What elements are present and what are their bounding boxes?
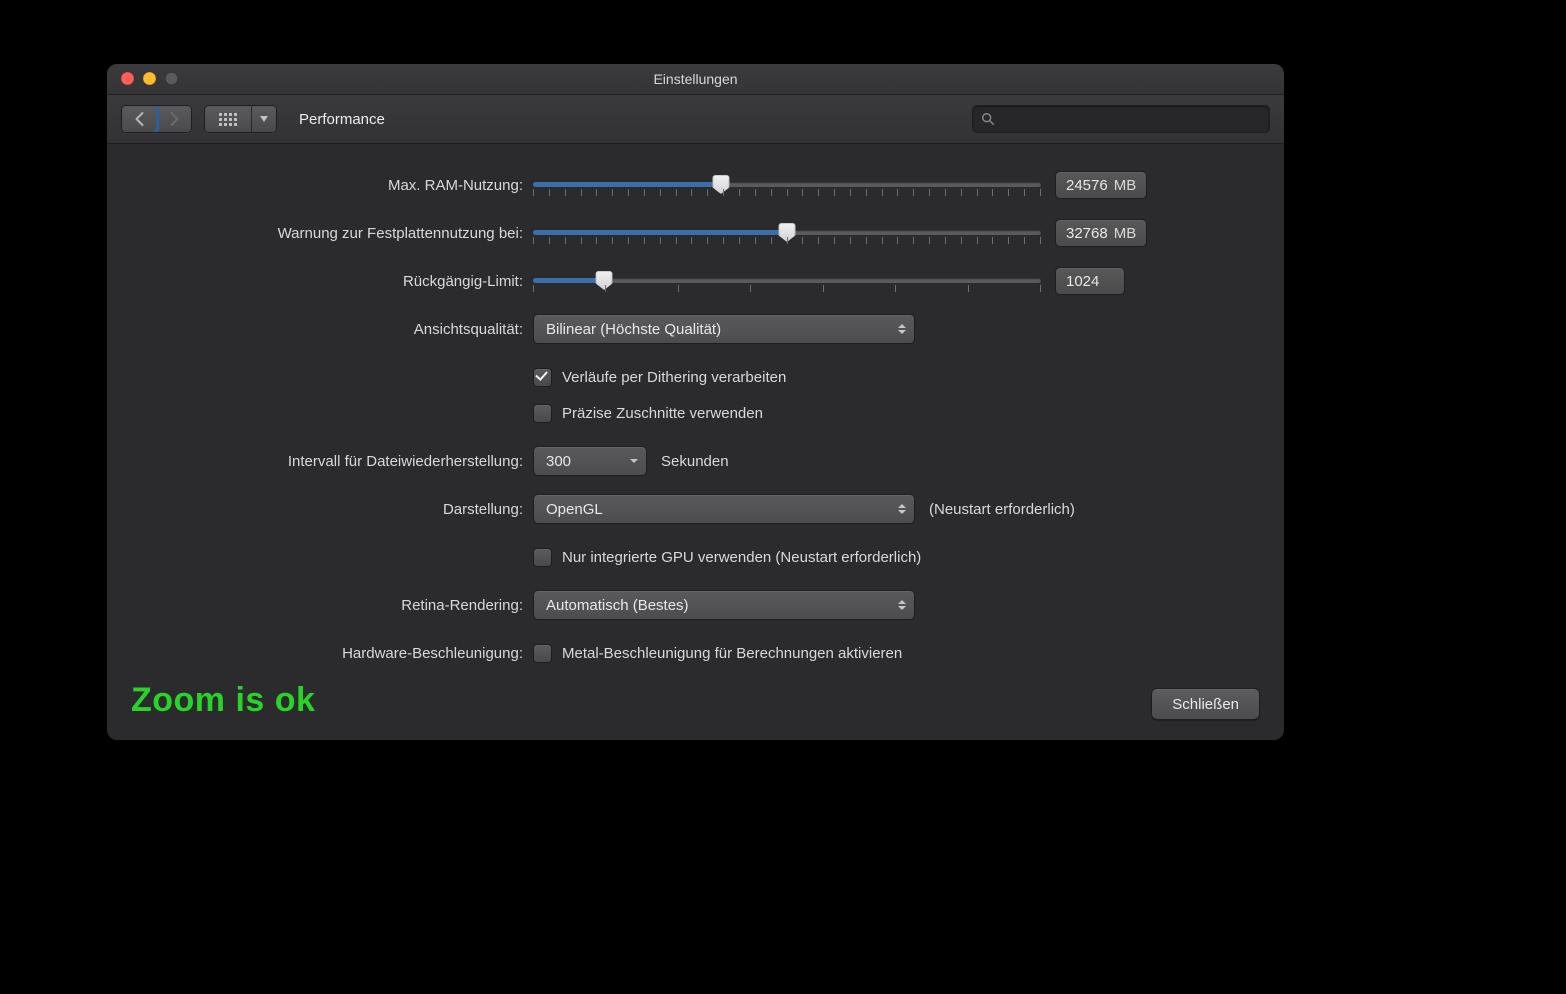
close-button[interactable]: Schließen <box>1151 688 1260 720</box>
precise-clip-checkbox[interactable] <box>533 404 552 423</box>
display-select[interactable]: OpenGL <box>533 494 915 524</box>
preferences-window: Einstellungen Performance <box>107 64 1284 740</box>
integrated-gpu-label: Nur integrierte GPU verwenden (Neustart … <box>562 549 921 566</box>
ram-value-field[interactable]: 24576 MB <box>1055 171 1147 199</box>
ram-value: 24576 <box>1066 177 1108 194</box>
ram-slider[interactable] <box>533 171 1041 199</box>
retina-value: Automatisch (Bestes) <box>546 597 689 614</box>
search-icon <box>981 112 995 126</box>
recovery-unit: Sekunden <box>661 453 729 470</box>
triangle-down-icon <box>630 459 638 463</box>
precise-clip-label: Präzise Zuschnitte verwenden <box>562 405 763 422</box>
undo-slider[interactable] <box>533 267 1041 295</box>
stepper-icon <box>898 504 906 514</box>
stepper-icon <box>898 600 906 610</box>
preferences-body: Max. RAM-Nutzung: 24576 MB Warnung zur F… <box>107 142 1284 740</box>
triangle-down-icon <box>260 116 268 122</box>
chevron-right-icon <box>169 112 180 126</box>
grid-icon <box>219 113 237 126</box>
undo-label: Rückgängig-Limit: <box>107 273 533 290</box>
retina-select[interactable]: Automatisch (Bestes) <box>533 590 915 620</box>
recovery-label: Intervall für Dateiwiederherstellung: <box>107 453 533 470</box>
disk-label: Warnung zur Festplattennutzung bei: <box>107 225 533 242</box>
undo-value-field[interactable]: 1024 <box>1055 267 1125 295</box>
recovery-value: 300 <box>546 453 571 470</box>
display-hint: (Neustart erforderlich) <box>929 501 1075 518</box>
show-all-button[interactable] <box>205 106 251 132</box>
section-menu-button[interactable] <box>251 106 276 132</box>
undo-value: 1024 <box>1066 273 1099 290</box>
recovery-interval-select[interactable]: 300 <box>533 446 647 476</box>
search-input[interactable] <box>1001 111 1261 128</box>
titlebar: Einstellungen <box>107 64 1284 95</box>
disk-value-field[interactable]: 32768 MB <box>1055 219 1147 247</box>
metal-accel-label: Metal-Beschleunigung für Berechnungen ak… <box>562 645 902 662</box>
annotation-text: Zoom is ok <box>131 681 315 720</box>
dither-label: Verläufe per Dithering verarbeiten <box>562 369 786 386</box>
forward-button <box>156 106 191 132</box>
window-title: Einstellungen <box>107 64 1284 94</box>
disk-slider[interactable] <box>533 219 1041 247</box>
section-title: Performance <box>299 111 385 128</box>
view-quality-value: Bilinear (Höchste Qualität) <box>546 321 721 338</box>
display-value: OpenGL <box>546 501 603 518</box>
nav-back-forward <box>121 105 192 133</box>
retina-label: Retina-Rendering: <box>107 597 533 614</box>
chevron-left-icon <box>134 112 145 126</box>
stepper-icon <box>898 324 906 334</box>
footer: Zoom is ok Schließen <box>107 665 1284 740</box>
dither-checkbox[interactable] <box>533 368 552 387</box>
view-quality-label: Ansichtsqualität: <box>107 321 533 338</box>
show-all-button-group <box>204 105 277 133</box>
toolbar: Performance <box>107 95 1284 144</box>
disk-unit: MB <box>1114 225 1137 242</box>
close-button-label: Schließen <box>1172 696 1239 713</box>
view-quality-select[interactable]: Bilinear (Höchste Qualität) <box>533 314 915 344</box>
integrated-gpu-checkbox[interactable] <box>533 548 552 567</box>
ram-unit: MB <box>1114 177 1137 194</box>
hwaccel-label: Hardware-Beschleunigung: <box>107 645 533 662</box>
back-button[interactable] <box>122 106 156 132</box>
disk-value: 32768 <box>1066 225 1108 242</box>
metal-accel-checkbox[interactable] <box>533 644 552 663</box>
ram-label: Max. RAM-Nutzung: <box>107 177 533 194</box>
display-label: Darstellung: <box>107 501 533 518</box>
search-field[interactable] <box>972 105 1270 133</box>
